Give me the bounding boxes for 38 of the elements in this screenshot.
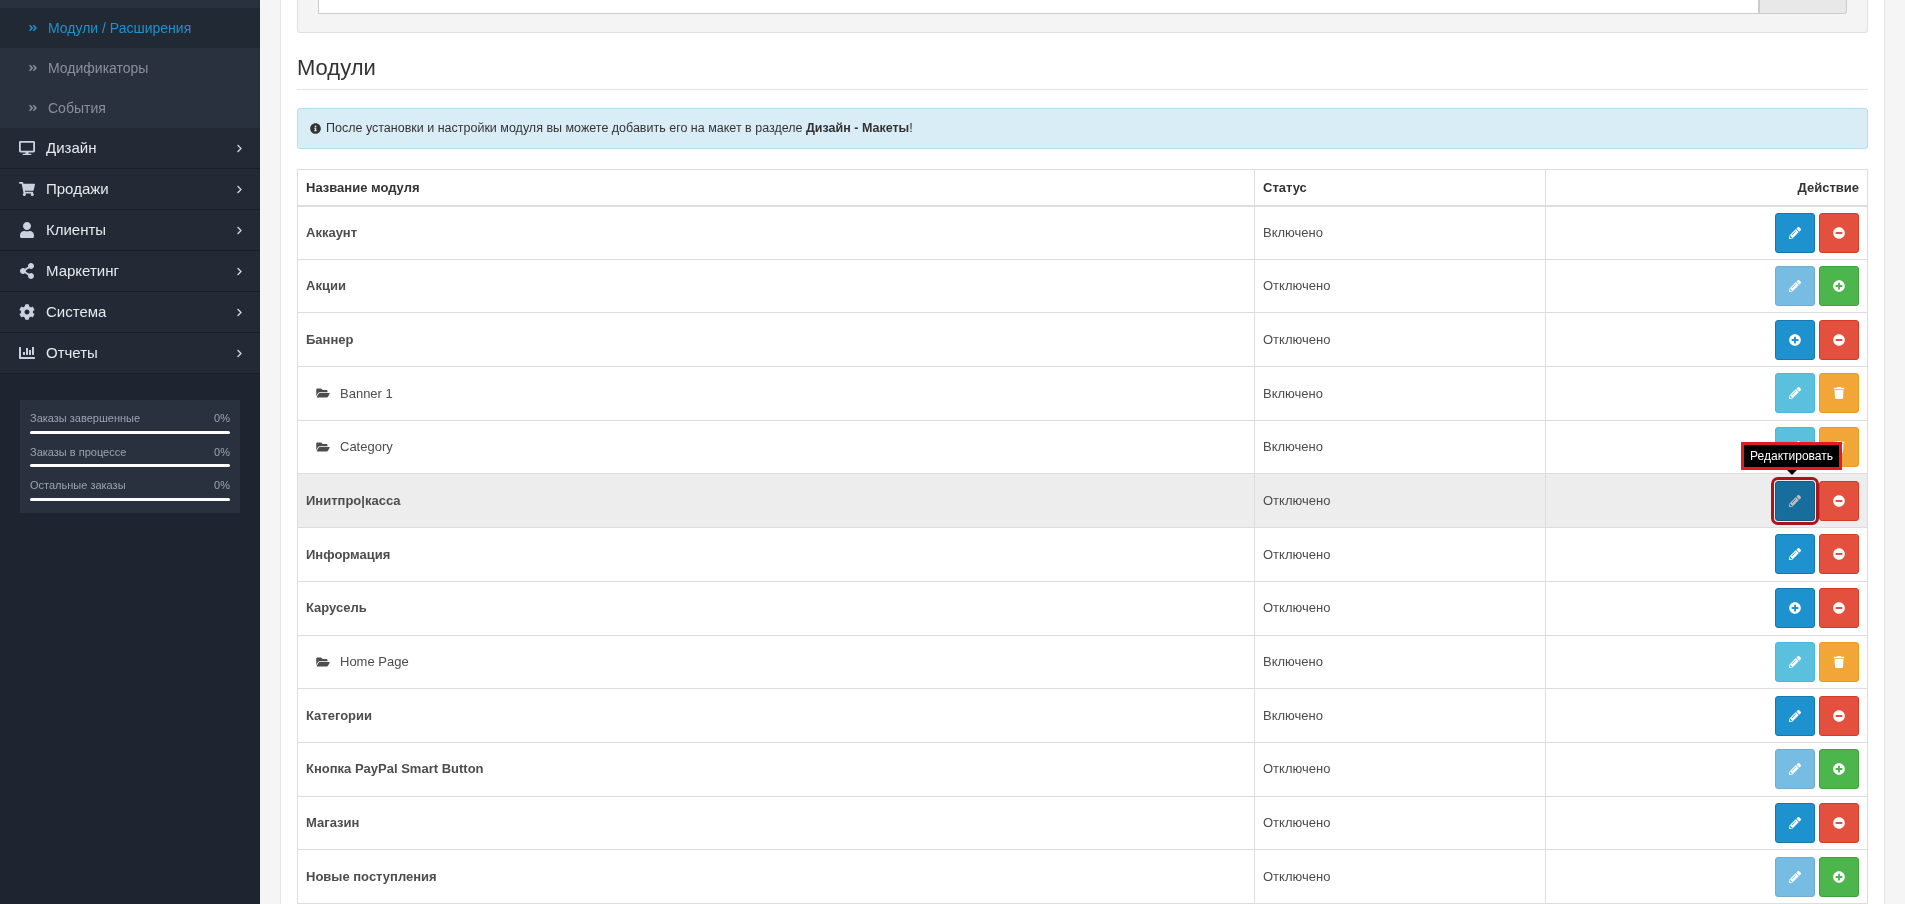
status-text: Включено bbox=[1263, 654, 1323, 670]
stat-reading: 0% bbox=[214, 444, 230, 460]
status-text: Отключено bbox=[1263, 815, 1331, 831]
status-text: Включено bbox=[1263, 439, 1323, 455]
module-name: Инитпро|касса bbox=[306, 493, 401, 509]
status-text: Отключено bbox=[1263, 761, 1331, 777]
module-name: Магазин bbox=[306, 815, 360, 831]
module-name: Новые поступления bbox=[306, 868, 437, 884]
status-text: Отключено bbox=[1263, 331, 1331, 347]
status-text: Включено bbox=[1263, 385, 1323, 401]
module-name: Информация bbox=[306, 546, 391, 562]
tooltip: Редактировать bbox=[1744, 444, 1839, 467]
module-name: Категории bbox=[306, 707, 373, 723]
stat-label: Заказы в процессе bbox=[30, 444, 127, 460]
status-text: Отключено bbox=[1263, 868, 1331, 884]
status-text: Включено bbox=[1263, 224, 1323, 240]
status-text: Отключено bbox=[1263, 278, 1331, 294]
module-name: Карусель bbox=[306, 600, 367, 616]
instance-name: Category bbox=[340, 438, 393, 457]
page-heading: Модули bbox=[297, 53, 1868, 90]
status-text: Отключено bbox=[1263, 546, 1331, 562]
instance-name: Banner 1 bbox=[340, 384, 393, 403]
module-name: Акции bbox=[306, 278, 346, 294]
alert-text: После установки и настройки модуля вы можете добавить его на макет в разделе Дизайн - Макеты! bbox=[326, 120, 913, 138]
status-text: Отключено bbox=[1263, 493, 1331, 509]
instance-name: Home Page bbox=[340, 653, 409, 672]
module-name: Аккаунт bbox=[306, 224, 358, 240]
stat-reading: 0% bbox=[214, 411, 230, 426]
column-header: Статус bbox=[1254, 169, 1546, 206]
status-text: Отключено bbox=[1263, 600, 1331, 616]
module-name: Кнопка PayPal Smart Button bbox=[306, 761, 484, 777]
stat-label: Остальные заказы bbox=[30, 478, 126, 493]
module-name: Баннер bbox=[306, 331, 354, 347]
column-header: Название модуля bbox=[297, 169, 1255, 206]
status-text: Включено bbox=[1263, 707, 1323, 723]
column-header: Действие bbox=[1545, 169, 1868, 206]
stat-reading: 0% bbox=[214, 478, 230, 493]
stat-label: Заказы завершенные bbox=[30, 411, 141, 426]
